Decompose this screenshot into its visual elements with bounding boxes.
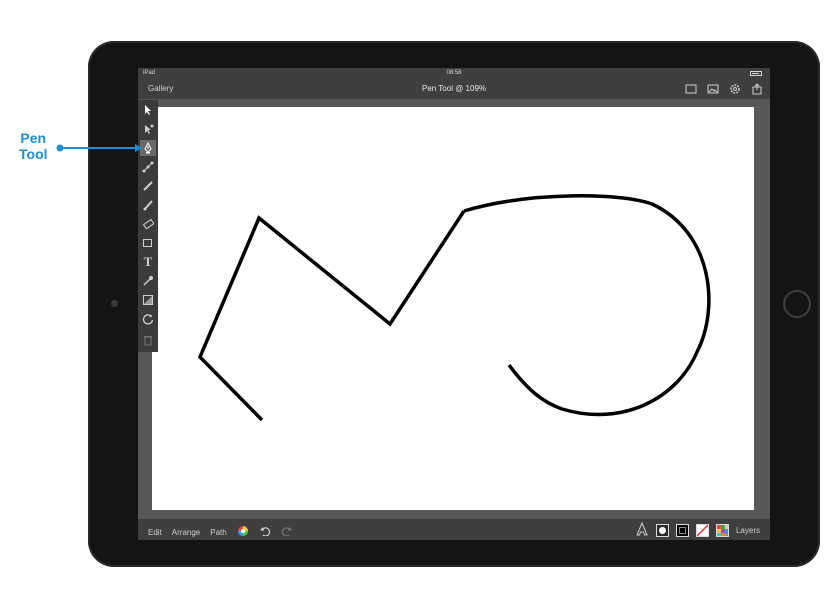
drawing-canvas[interactable] [152, 107, 754, 510]
settings-gear-icon[interactable] [728, 82, 742, 96]
trash-icon[interactable] [140, 332, 156, 348]
arrange-button[interactable]: Arrange [172, 528, 200, 537]
pen-tool-annotation: Pen Tool [19, 130, 48, 162]
annotation-line-1: Pen [20, 130, 47, 146]
home-button[interactable] [783, 290, 811, 318]
edit-button[interactable]: Edit [148, 528, 162, 537]
undo-icon[interactable] [259, 526, 271, 538]
point-transform-icon[interactable] [140, 159, 156, 175]
node-tool-icon[interactable] [140, 121, 156, 137]
knife-tool-icon[interactable] [140, 178, 156, 194]
app-screen: iPad 08:58 Gallery Pen Tool @ 109% T Edi… [138, 68, 770, 540]
color-palette-icon[interactable] [715, 523, 729, 537]
path-button[interactable]: Path [210, 528, 226, 537]
fit-screen-icon[interactable] [684, 82, 698, 96]
camera [111, 300, 118, 307]
pen-path-zigzag[interactable] [197, 210, 466, 422]
brush-tool-icon[interactable] [140, 197, 156, 213]
eyedropper-tool-icon[interactable] [140, 273, 156, 289]
bottom-toolbar: Edit Arrange Path Layers [138, 519, 770, 540]
typography-icon[interactable] [635, 521, 649, 538]
share-icon[interactable] [750, 82, 764, 96]
annotation-line-2: Tool [19, 146, 48, 162]
clock: 08:58 [446, 70, 462, 76]
nav-bar: Gallery Pen Tool @ 109% [138, 79, 770, 99]
image-icon[interactable] [706, 82, 720, 96]
pen-path-curve[interactable] [463, 194, 711, 417]
color-wheel-icon[interactable] [237, 525, 249, 539]
redo-icon[interactable] [281, 526, 293, 538]
stroke-color-swatch[interactable] [675, 523, 689, 537]
battery-icon [750, 71, 762, 76]
text-tool-icon[interactable]: T [140, 254, 156, 270]
fill-tool-icon[interactable] [140, 292, 156, 308]
shape-tool-icon[interactable] [140, 235, 156, 251]
annotation-arrow [56, 144, 142, 152]
rotate-tool-icon[interactable] [140, 311, 156, 327]
stroke-style-icon[interactable] [655, 523, 669, 537]
fill-color-swatch[interactable] [695, 523, 709, 537]
tools-panel: T [138, 100, 158, 352]
status-bar: iPad 08:58 [138, 68, 770, 79]
eraser-tool-icon[interactable] [140, 216, 156, 232]
select-tool-icon[interactable] [140, 102, 156, 118]
layers-button[interactable]: Layers [736, 526, 760, 535]
canvas-drawing [197, 194, 711, 422]
document-title: Pen Tool @ 109% [421, 84, 486, 93]
